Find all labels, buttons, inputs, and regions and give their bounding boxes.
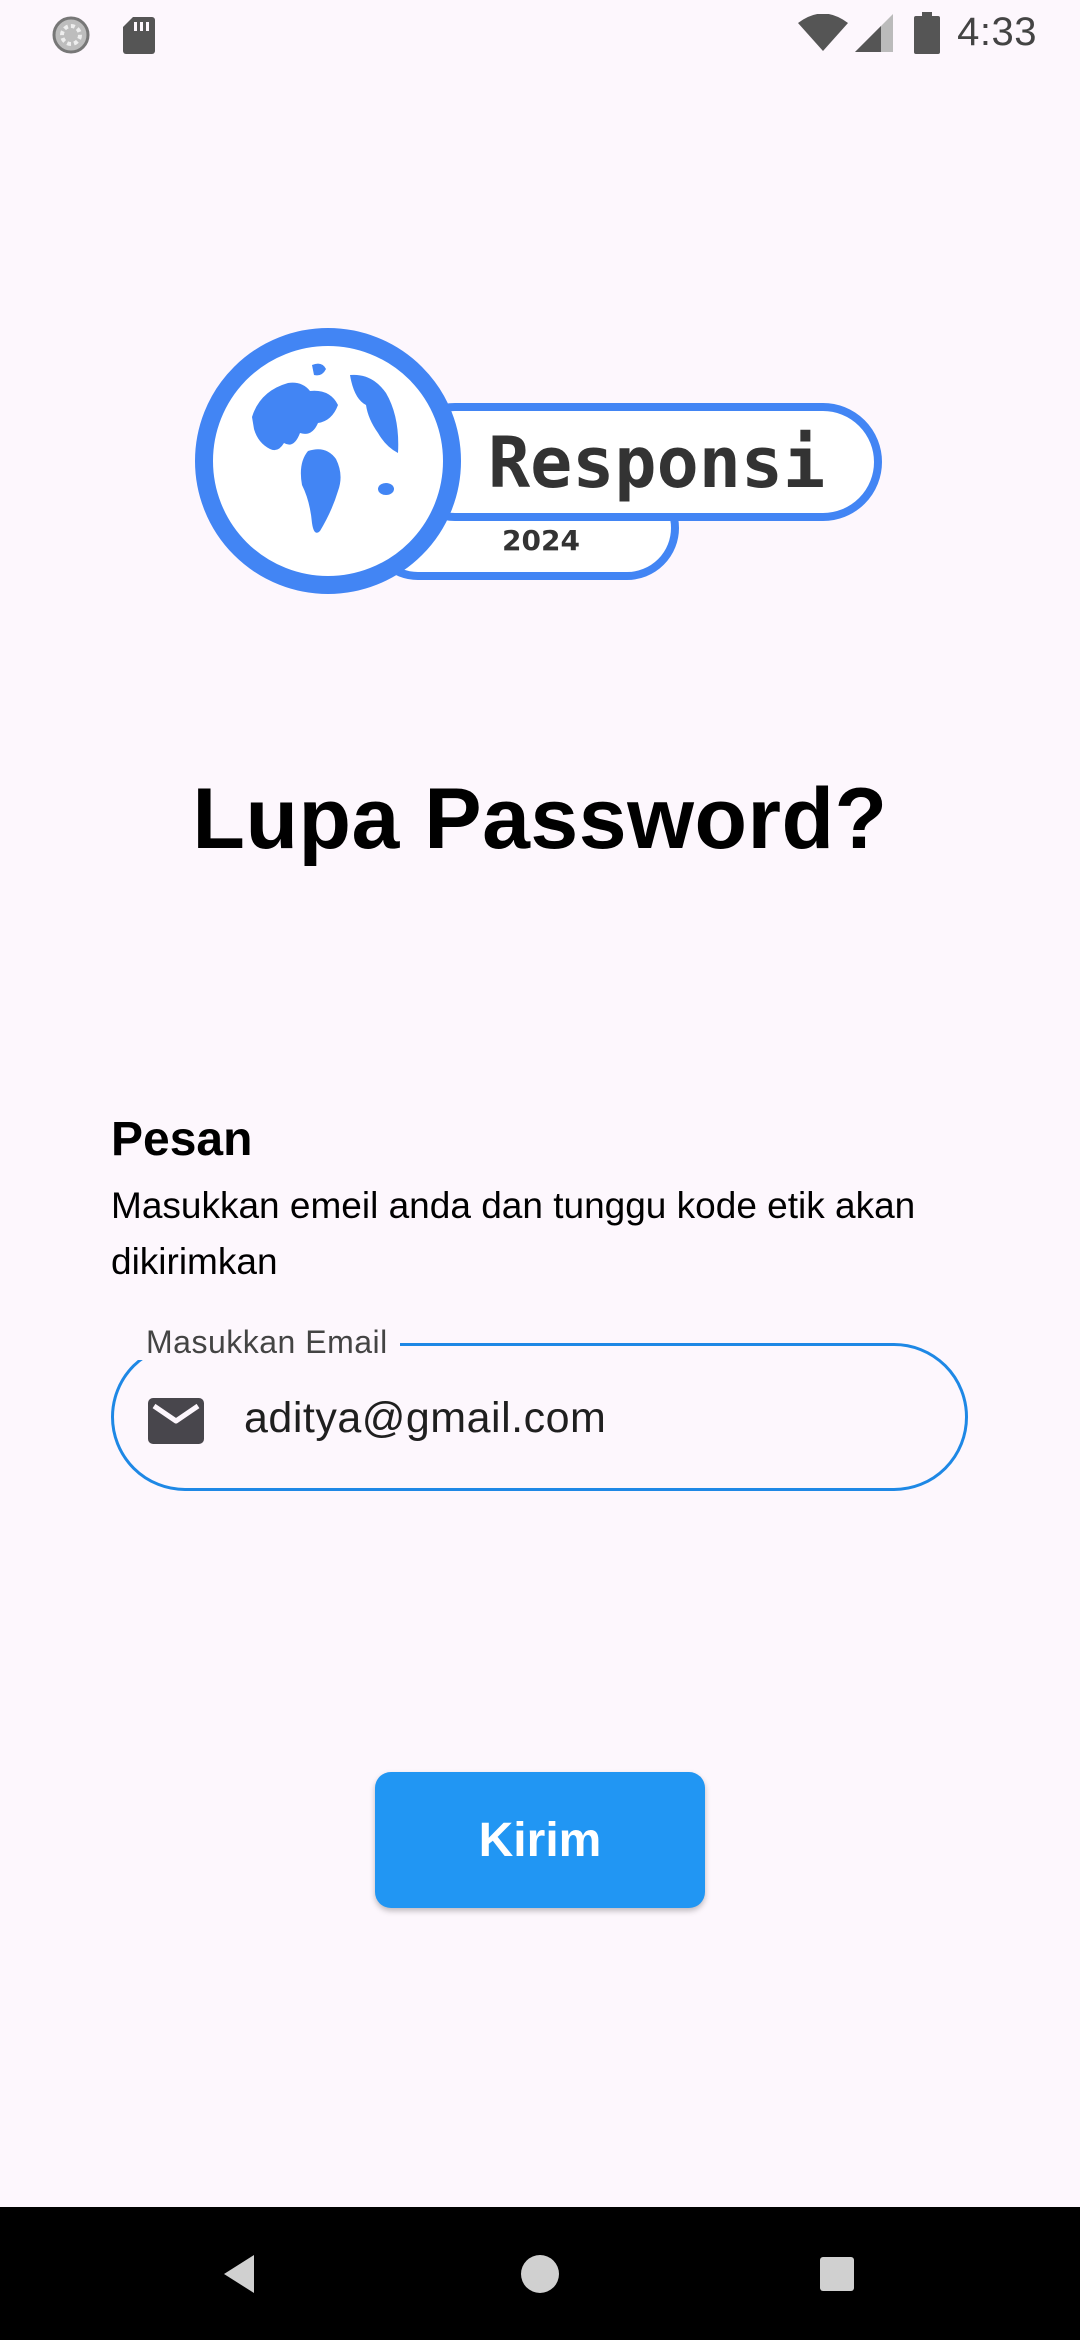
sync-icon [52, 16, 90, 54]
page-title: Lupa Password? [192, 771, 888, 867]
home-icon[interactable] [513, 2247, 567, 2301]
battery-icon [914, 12, 940, 54]
status-bar: 4:33 [0, 0, 1080, 66]
wifi-icon [798, 14, 848, 51]
mail-icon [148, 1398, 204, 1444]
svg-text:2024: 2024 [502, 524, 580, 557]
back-icon[interactable] [214, 2247, 268, 2301]
recents-icon[interactable] [810, 2247, 864, 2301]
email-field[interactable]: Masukkan Email [111, 1324, 968, 1491]
cellular-signal-icon [855, 14, 893, 52]
svg-text:Responsi: Responsi [488, 422, 825, 504]
navigation-bar [0, 2207, 1080, 2340]
email-input[interactable] [244, 1376, 924, 1460]
sd-card-icon [123, 17, 155, 54]
email-field-label: Masukkan Email [134, 1324, 400, 1360]
status-time: 4:33 [957, 10, 1037, 54]
message-heading: Pesan [111, 1113, 253, 1166]
responsi-logo: Responsi 2024 [195, 328, 882, 594]
message-body: Masukkan emeil anda dan tunggu kode etik… [111, 1185, 916, 1282]
submit-button[interactable]: Kirim [375, 1772, 705, 1908]
